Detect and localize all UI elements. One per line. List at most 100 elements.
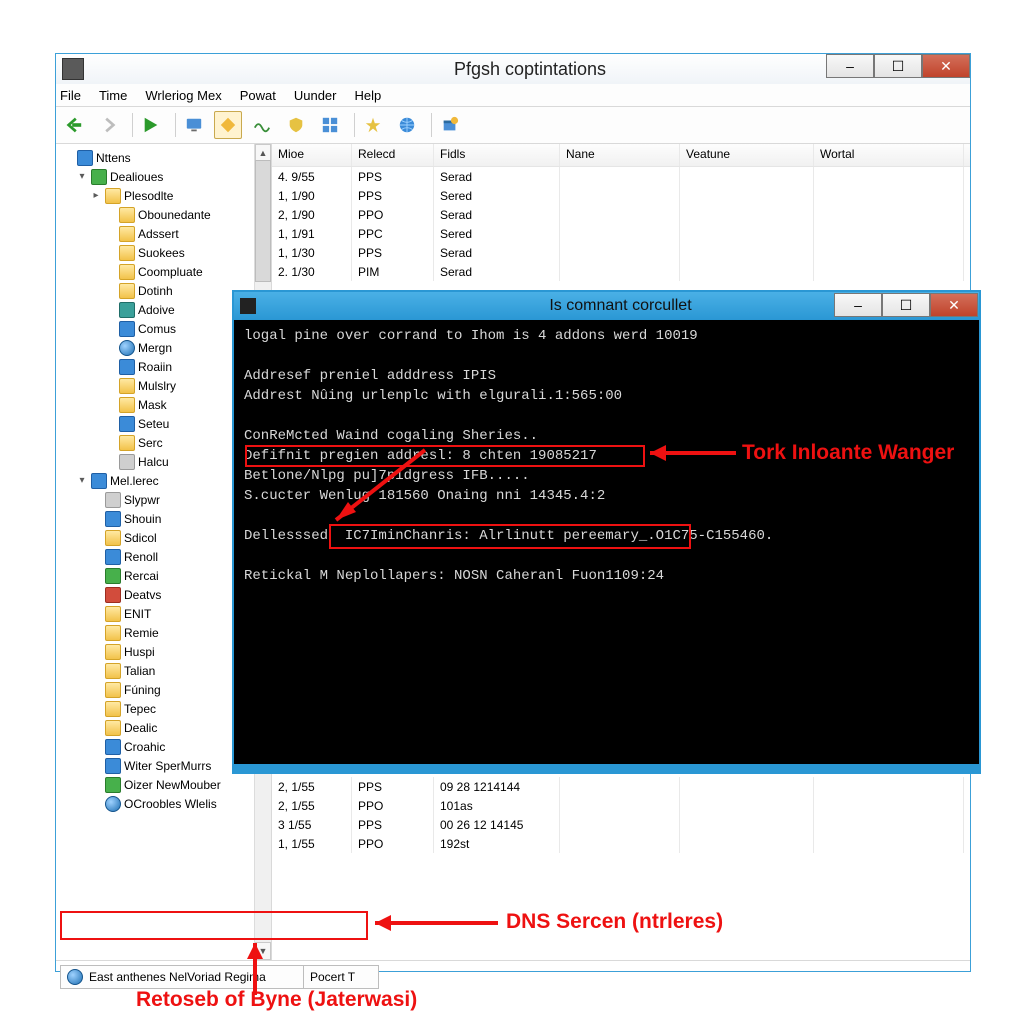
menu-time[interactable]: Time bbox=[99, 88, 127, 103]
tree-label: Rercai bbox=[124, 569, 159, 583]
table-row[interactable]: 1, 1/30PPSSerad bbox=[272, 243, 970, 262]
status-cell-1[interactable]: East anthenes NelVoriad Regima bbox=[60, 965, 303, 989]
group-icon bbox=[91, 473, 107, 489]
console-body[interactable]: logal pine over corrand to Ihom is 4 add… bbox=[234, 320, 979, 764]
table-row[interactable]: 2. 1/30PIMSerad bbox=[272, 262, 970, 281]
menu-wrleriog[interactable]: Wrleriog Mex bbox=[145, 88, 221, 103]
table-row[interactable]: 4. 9/55PPSSerad bbox=[272, 167, 970, 186]
tree-item[interactable]: Adssert bbox=[62, 224, 271, 243]
diamond-icon[interactable] bbox=[214, 111, 242, 139]
menu-file[interactable]: File bbox=[60, 88, 81, 103]
back-arrow-icon[interactable] bbox=[60, 111, 88, 139]
tree-item[interactable]: Obounedante bbox=[62, 205, 271, 224]
table-row[interactable]: 1, 1/91PPCSered bbox=[272, 224, 970, 243]
cell: 1, 1/91 bbox=[272, 224, 352, 243]
tree-label: Dotinh bbox=[138, 284, 173, 298]
table-row[interactable]: 1, 1/90PPSSered bbox=[272, 186, 970, 205]
cell: PPS bbox=[352, 777, 434, 796]
scroll-thumb[interactable] bbox=[255, 160, 271, 282]
cell: PPS bbox=[352, 186, 434, 205]
cell bbox=[814, 777, 964, 796]
menu-uunder[interactable]: Uunder bbox=[294, 88, 337, 103]
folder-icon bbox=[105, 796, 121, 812]
cell: 1, 1/90 bbox=[272, 186, 352, 205]
new-window-icon[interactable] bbox=[436, 111, 464, 139]
cell bbox=[560, 262, 680, 281]
menu-powat[interactable]: Powat bbox=[240, 88, 276, 103]
col-fidls[interactable]: Fidls bbox=[434, 144, 560, 166]
console-close-button[interactable]: ✕ bbox=[930, 293, 978, 317]
tree-label: Comus bbox=[138, 322, 176, 336]
cell bbox=[560, 186, 680, 205]
menu-bar: File Time Wrleriog Mex Powat Uunder Help bbox=[56, 84, 970, 106]
table-row[interactable]: 1, 1/55PPO192st bbox=[272, 834, 970, 853]
folder-icon bbox=[119, 283, 135, 299]
cell: 192st bbox=[434, 834, 560, 853]
console-titlebar[interactable]: Is comnant corcullet – ☐ ✕ bbox=[234, 292, 979, 320]
tree-label: Remie bbox=[124, 626, 159, 640]
tree-root[interactable]: Nttens bbox=[62, 148, 271, 167]
tree-label: Dealioues bbox=[110, 170, 163, 184]
favorites-icon[interactable] bbox=[359, 111, 387, 139]
tree-item[interactable]: ▸Plesodlte bbox=[62, 186, 271, 205]
tree-label: Witer SperMurrs bbox=[124, 759, 211, 773]
menu-help[interactable]: Help bbox=[354, 88, 381, 103]
close-button[interactable]: ✕ bbox=[922, 54, 970, 78]
expand-icon[interactable]: ▸ bbox=[90, 190, 102, 201]
cell: PPO bbox=[352, 796, 434, 815]
tree-label: Huspi bbox=[124, 645, 155, 659]
list-header[interactable]: Mioe Relecd Fidls Nane Veatune Wortal bbox=[272, 144, 970, 167]
scroll-down-icon[interactable]: ▼ bbox=[255, 942, 271, 960]
folder-icon bbox=[105, 606, 121, 622]
globe-icon[interactable] bbox=[393, 111, 421, 139]
table-row[interactable]: 2, 1/55PPO101as bbox=[272, 796, 970, 815]
status-cell-2[interactable]: Pocert T bbox=[303, 965, 379, 989]
maximize-button[interactable]: ☐ bbox=[874, 54, 922, 78]
expand-icon[interactable]: ▾ bbox=[76, 475, 88, 486]
col-wortal[interactable]: Wortal bbox=[814, 144, 964, 166]
tree-item[interactable]: Oizer NewMouber bbox=[62, 775, 271, 794]
minimize-button[interactable]: – bbox=[826, 54, 874, 78]
tiles-icon[interactable] bbox=[316, 111, 344, 139]
cell bbox=[814, 243, 964, 262]
expand-icon[interactable]: ▾ bbox=[76, 171, 88, 182]
highlight-status bbox=[60, 911, 368, 940]
folder-icon bbox=[105, 777, 121, 793]
tree-item[interactable]: Coompluate bbox=[62, 262, 271, 281]
col-relecd[interactable]: Relecd bbox=[352, 144, 434, 166]
tree-item[interactable]: Suokees bbox=[62, 243, 271, 262]
console-maximize-button[interactable]: ☐ bbox=[882, 293, 930, 317]
table-row[interactable]: 2, 1/90PPOSerad bbox=[272, 205, 970, 224]
monitor-icon[interactable] bbox=[180, 111, 208, 139]
server-icon bbox=[77, 150, 93, 166]
shield-icon[interactable] bbox=[282, 111, 310, 139]
tree-item[interactable]: OCroobles Wlelis bbox=[62, 794, 271, 813]
cell bbox=[680, 834, 814, 853]
cell: 2, 1/90 bbox=[272, 205, 352, 224]
cell: 2. 1/30 bbox=[272, 262, 352, 281]
col-veatune[interactable]: Veatune bbox=[680, 144, 814, 166]
col-mioe[interactable]: Mioe bbox=[272, 144, 352, 166]
tree-label: Nttens bbox=[96, 151, 131, 165]
folder-icon bbox=[119, 454, 135, 470]
table-row[interactable]: 2, 1/55PPS09 28 1214144 bbox=[272, 777, 970, 796]
tree-label: Halcu bbox=[138, 455, 169, 469]
folder-icon bbox=[105, 530, 121, 546]
folder-icon bbox=[105, 549, 121, 565]
cell bbox=[680, 205, 814, 224]
cell: Serad bbox=[434, 167, 560, 186]
cell bbox=[560, 167, 680, 186]
forward-arrow-icon[interactable] bbox=[94, 111, 122, 139]
table-row[interactable]: 3 1/55PPS00 26 12 14145 bbox=[272, 815, 970, 834]
col-nane[interactable]: Nane bbox=[560, 144, 680, 166]
folder-icon bbox=[119, 397, 135, 413]
tree-group[interactable]: ▾ Dealioues bbox=[62, 167, 271, 186]
main-titlebar[interactable]: Pfgsh coptintations – ☐ ✕ bbox=[56, 54, 970, 84]
console-highlight-1 bbox=[245, 445, 645, 467]
play-icon[interactable] bbox=[137, 111, 165, 139]
cell: PPS bbox=[352, 815, 434, 834]
wave-icon[interactable] bbox=[248, 111, 276, 139]
console-minimize-button[interactable]: – bbox=[834, 293, 882, 317]
tree-label: ENIT bbox=[124, 607, 151, 621]
folder-icon bbox=[119, 264, 135, 280]
